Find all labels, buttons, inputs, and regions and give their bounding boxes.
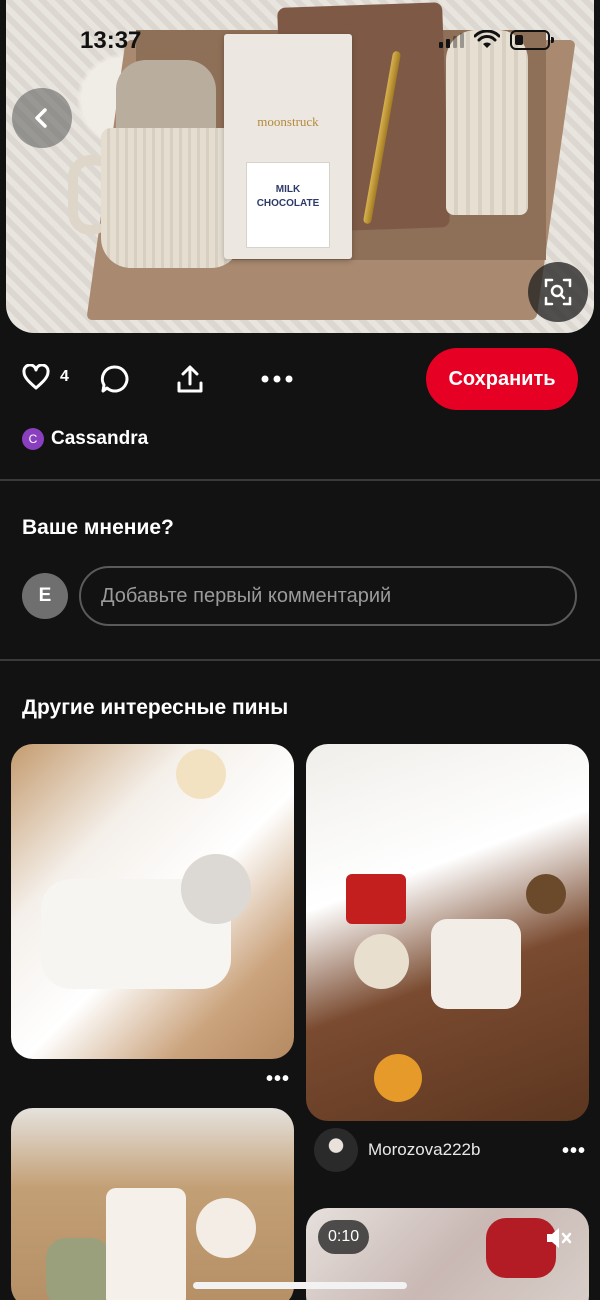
- pin-card[interactable]: [11, 1108, 294, 1300]
- back-button[interactable]: [12, 88, 72, 148]
- wifi-icon: [474, 30, 500, 48]
- pin-mug: [431, 919, 521, 1009]
- lens-search-icon: [544, 278, 572, 306]
- author-name: Cassandra: [51, 428, 149, 449]
- pin-chocolate: [346, 874, 406, 924]
- more-options-button[interactable]: [261, 364, 293, 394]
- chevron-left-icon: [35, 108, 47, 128]
- pin-author-name: Morozova222b: [368, 1140, 481, 1159]
- status-icons: [439, 30, 554, 50]
- pin-card[interactable]: [306, 744, 589, 1121]
- action-bar: 4 Сохранить: [0, 348, 600, 410]
- status-time: 13:37: [80, 27, 142, 54]
- comment-input[interactable]: [79, 566, 577, 626]
- divider: [0, 659, 600, 661]
- battery-icon: [510, 30, 554, 50]
- share-button[interactable]: [175, 364, 205, 394]
- pin-sticker: [196, 1198, 256, 1258]
- pin-card[interactable]: [11, 744, 294, 1059]
- pin-candle: [176, 749, 226, 799]
- video-duration: 0:10: [318, 1220, 370, 1254]
- save-button[interactable]: Сохранить: [426, 348, 578, 410]
- pin-candle: [46, 1238, 111, 1300]
- mute-icon[interactable]: [544, 1224, 572, 1252]
- home-indicator[interactable]: [193, 1282, 407, 1289]
- cellular-signal-icon: [439, 32, 464, 48]
- pin-author[interactable]: Morozova222b: [314, 1128, 480, 1172]
- user-avatar: E: [22, 573, 68, 619]
- mug: [101, 128, 241, 268]
- pin-more-button[interactable]: •••: [266, 1068, 290, 1091]
- author-avatar: C: [22, 428, 44, 450]
- pin-ornament: [354, 934, 409, 989]
- pin-pinecone: [526, 874, 566, 914]
- chocolate-label: MILK CHOCOLATE: [246, 162, 330, 248]
- chocolate-label-text: MILK CHOCOLATE: [256, 184, 320, 209]
- like-button[interactable]: 4: [22, 364, 69, 390]
- more-pins-heading: Другие интересные пины: [22, 696, 289, 719]
- comment-button[interactable]: [100, 364, 130, 394]
- pin-author-avatar: [314, 1128, 358, 1172]
- pin-snowflake: [181, 854, 251, 924]
- heart-icon: [22, 364, 50, 390]
- more-icon: [261, 375, 293, 383]
- comment-icon: [100, 365, 129, 393]
- visual-search-button[interactable]: [528, 262, 588, 322]
- comments-heading: Ваше мнение?: [22, 516, 174, 539]
- like-count: 4: [60, 368, 69, 385]
- status-bar: 13:37: [0, 0, 600, 80]
- divider: [0, 479, 600, 481]
- pin-socks: [106, 1188, 186, 1300]
- pin-orange-slice: [374, 1054, 422, 1102]
- chocolate-brand: moonstruck: [257, 114, 319, 129]
- pin-more-button[interactable]: •••: [562, 1140, 586, 1163]
- pin-author[interactable]: C Cassandra: [22, 428, 148, 450]
- share-icon: [177, 365, 203, 393]
